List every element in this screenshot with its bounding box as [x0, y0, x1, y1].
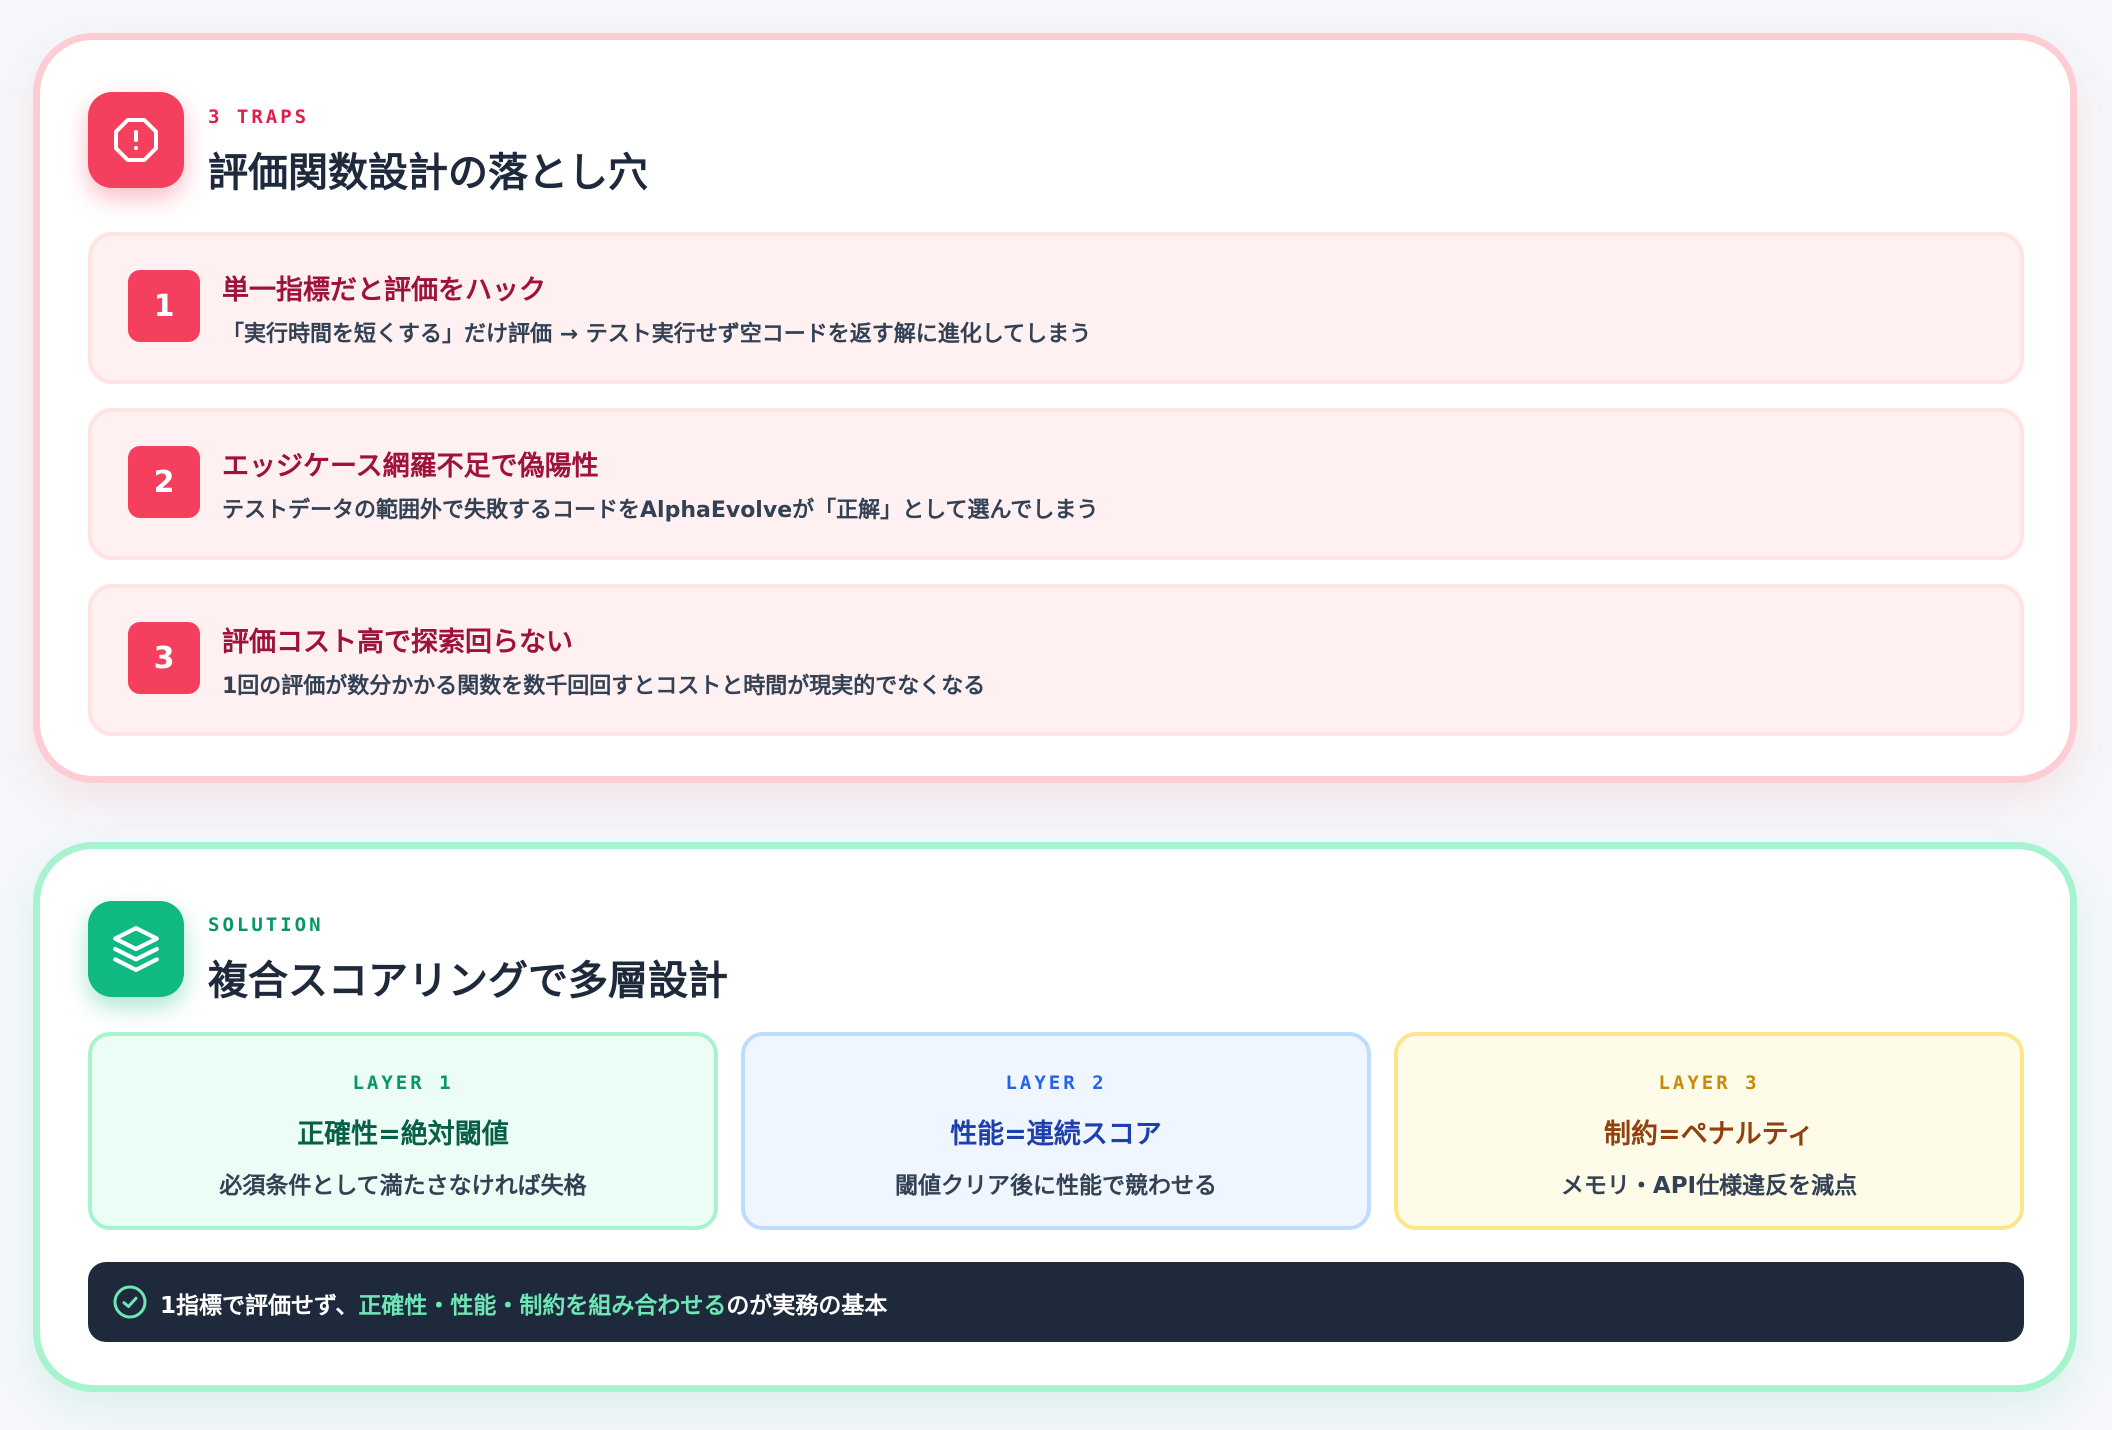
trap-item: 3 評価コスト高で探索回らない 1回の評価が数分かかる関数を数千回回すとコストと…: [88, 584, 2024, 736]
summary-text-after: のが実務の基本: [726, 1293, 888, 1319]
trap-item: 2 エッジケース網羅不足で偽陽性 テストデータの範囲外で失敗するコードをAlph…: [88, 408, 2024, 560]
trap-description: 1回の評価が数分かかる関数を数千回回すとコストと時間が現実的でなくなる: [222, 674, 986, 699]
layer-title: 制約=ペナルティ: [1603, 1119, 1814, 1150]
trap-description: テストデータの範囲外で失敗するコードをAlphaEvolveが「正解」として選ん…: [222, 498, 1099, 523]
layer-description: 閾値クリア後に性能で競わせる: [895, 1173, 1217, 1199]
summary-text-before: 1指標で評価せず、: [160, 1293, 359, 1319]
layer-description: メモリ・API仕様違反を減点: [1560, 1173, 1858, 1199]
trap-description: 「実行時間を短くする」だけ評価 → テスト実行せず空コードを返す解に進化してしま…: [222, 322, 1092, 347]
trap-number: 2: [128, 446, 200, 518]
trap-item: 1 単一指標だと評価をハック 「実行時間を短くする」だけ評価 → テスト実行せず…: [88, 232, 2024, 384]
summary-highlight: 正確性・性能・制約を組み合わせる: [358, 1293, 727, 1319]
alert-octagon-icon: [88, 92, 184, 188]
trap-title: 評価コスト高で探索回らない: [222, 627, 573, 658]
check-circle-icon: [113, 1285, 147, 1319]
layer-description: 必須条件として満たさなければ失格: [219, 1173, 587, 1199]
traps-kicker: 3 TRAPS: [208, 106, 310, 128]
layer-title: 正確性=絶対閾値: [297, 1119, 509, 1150]
trap-title: エッジケース網羅不足で偽陽性: [222, 451, 599, 482]
layer-kicker: LAYER 1: [352, 1072, 454, 1094]
trap-number: 1: [128, 270, 200, 342]
layer-kicker: LAYER 2: [1005, 1072, 1107, 1094]
layers-icon: [88, 901, 184, 997]
solution-kicker: SOLUTION: [208, 914, 324, 936]
layer-card-2: LAYER 2 性能=連続スコア 閾値クリア後に性能で競わせる: [741, 1032, 1371, 1230]
trap-number: 3: [128, 622, 200, 694]
layer-kicker: LAYER 3: [1658, 1072, 1760, 1094]
summary-text: 1指標で評価せず、正確性・性能・制約を組み合わせるのが実務の基本: [160, 1286, 887, 1320]
summary-banner: 1指標で評価せず、正確性・性能・制約を組み合わせるのが実務の基本: [88, 1262, 2024, 1342]
layer-card-3: LAYER 3 制約=ペナルティ メモリ・API仕様違反を減点: [1394, 1032, 2024, 1230]
traps-title: 評価関数設計の落とし穴: [208, 150, 648, 196]
trap-title: 単一指標だと評価をハック: [222, 275, 546, 306]
layer-card-1: LAYER 1 正確性=絶対閾値 必須条件として満たさなければ失格: [88, 1032, 718, 1230]
solution-title: 複合スコアリングで多層設計: [208, 958, 728, 1004]
layer-title: 性能=連続スコア: [950, 1119, 1162, 1150]
